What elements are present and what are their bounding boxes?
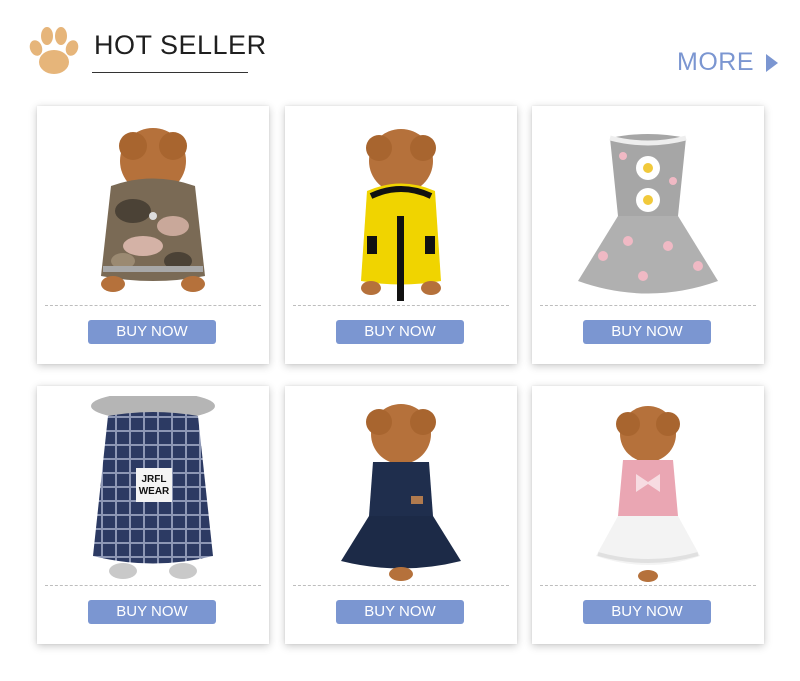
badge-text-jrfl: JRFL xyxy=(142,474,167,485)
card-divider xyxy=(45,305,261,306)
paw-icon xyxy=(29,27,79,74)
buy-now-button[interactable]: BUY NOW xyxy=(336,600,464,624)
product-image-denim-dress[interactable] xyxy=(301,396,501,584)
buy-now-button[interactable]: BUY NOW xyxy=(583,600,711,624)
product-card-floral-dress-gray[interactable]: BUY NOW xyxy=(532,106,764,364)
header: HOT SELLER MORE xyxy=(0,0,800,100)
product-card-plaid-shirt-navy[interactable]: JRFL WEAR BUY NOW xyxy=(37,386,269,644)
product-image-plaid-shirt-navy[interactable]: JRFL WEAR xyxy=(53,396,253,584)
card-divider xyxy=(293,305,509,306)
more-label: MORE xyxy=(677,48,754,76)
card-divider xyxy=(540,305,756,306)
buy-now-button[interactable]: BUY NOW xyxy=(336,320,464,344)
badge-text-wear: WEAR xyxy=(139,486,170,497)
product-card-denim-dress[interactable]: BUY NOW xyxy=(285,386,517,644)
product-image-camo-hoodie[interactable] xyxy=(53,116,253,304)
product-card-camo-hoodie[interactable]: BUY NOW xyxy=(37,106,269,364)
chevron-right-icon xyxy=(766,53,778,72)
section-title: HOT SELLER xyxy=(94,30,267,60)
card-divider xyxy=(293,585,509,586)
product-image-pink-lace-dress[interactable] xyxy=(548,396,748,584)
buy-now-button[interactable]: BUY NOW xyxy=(88,600,216,624)
product-image-yellow-hoodie[interactable] xyxy=(301,116,501,304)
buy-now-button[interactable]: BUY NOW xyxy=(583,320,711,344)
more-link[interactable]: MORE xyxy=(677,48,778,77)
product-image-floral-dress-gray[interactable] xyxy=(548,116,748,304)
card-divider xyxy=(540,585,756,586)
product-card-pink-lace-dress[interactable]: BUY NOW xyxy=(532,386,764,644)
buy-now-button[interactable]: BUY NOW xyxy=(88,320,216,344)
product-card-yellow-hoodie[interactable]: BUY NOW xyxy=(285,106,517,364)
card-divider xyxy=(45,585,261,586)
title-underline xyxy=(92,72,248,73)
